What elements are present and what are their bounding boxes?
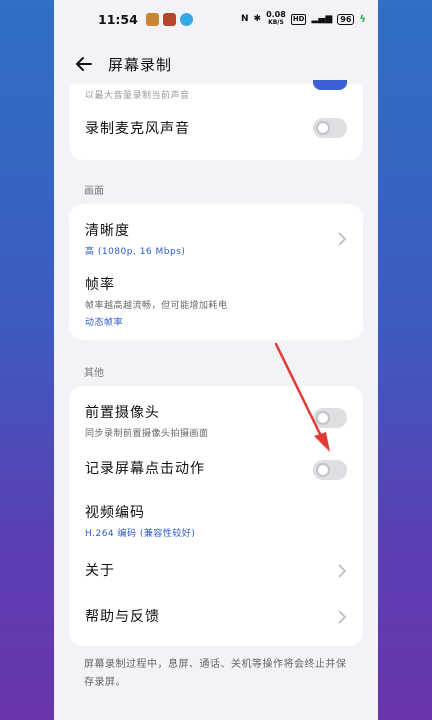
toggle-knob [316,463,330,477]
game-app-icon-2 [162,12,176,26]
touch-record-label: 记录屏幕点击动作 [85,461,205,477]
toggle-knob [316,121,330,135]
nav-bar: 屏幕录制 [54,44,378,84]
video-codec-value: H.264 编码 (兼容性较好) [85,529,196,539]
microphone-toggle[interactable] [313,118,347,138]
chevron-right-icon [338,564,347,578]
clarity-value: 高 (1080p, 16 Mbps) [85,247,186,257]
front-camera-row[interactable]: 前置摄像头 同步录制前置摄像头拍摄画面 [85,402,347,439]
touch-record-row[interactable]: 记录屏幕点击动作 [85,458,347,480]
back-arrow-icon[interactable] [74,54,94,74]
microphone-label: 录制麦克风声音 [85,121,190,137]
help-label: 帮助与反馈 [85,609,160,625]
page-title: 屏幕录制 [108,56,173,74]
toggle-knob [316,411,330,425]
chevron-right-icon [338,232,347,246]
clarity-label: 清晰度 [85,223,130,239]
notification-icons [145,12,193,26]
clarity-row[interactable]: 清晰度 高 (1080p, 16 Mbps) [85,220,347,260]
clipped-toggle[interactable] [313,80,347,90]
hd-badge: HD [290,13,307,25]
framerate-value: 动态帧率 [85,318,124,328]
qq-icon [179,12,193,26]
footer-note: 屏幕录制过程中，息屏、通话、关机等操作将会终止并保存录屏。 [84,659,347,688]
picture-card: 清晰度 高 (1080p, 16 Mbps) 帧率 帧率越高越流畅，但可能增加耗… [69,204,363,340]
bluetooth-icon: ✱ [253,14,262,24]
nfc-icon: N [240,14,249,24]
phone-screen: 11:54 N ✱ 0.08 KB/S HD ▂▄▆ 96 ϟ 屏幕录制 以最大… [54,0,378,720]
battery-icon: 96 [337,13,355,25]
front-camera-description: 同步录制前置摄像头拍摄画面 [85,429,209,439]
microphone-row[interactable]: 录制麦克风声音 [85,118,347,138]
front-camera-toggle[interactable] [313,408,347,428]
charging-icon: ϟ [359,13,366,25]
video-codec-label: 视频编码 [85,505,145,521]
touch-record-toggle[interactable] [313,460,347,480]
about-row[interactable]: 关于 [85,560,347,582]
status-bar: 11:54 N ✱ 0.08 KB/S HD ▂▄▆ 96 ϟ [54,0,378,38]
front-camera-label: 前置摄像头 [85,405,160,421]
section-label-picture: 画面 [84,186,104,197]
section-label-other: 其他 [84,368,104,379]
speed-unit: KB/S [268,19,284,26]
framerate-description: 帧率越高越流畅，但可能增加耗电 [85,301,228,311]
help-row[interactable]: 帮助与反馈 [85,606,347,628]
status-time: 11:54 [98,11,138,27]
signal-icon: ▂▄▆ [311,14,333,24]
network-speed: 0.08 KB/S [266,11,286,27]
status-indicators: N ✱ 0.08 KB/S HD ▂▄▆ 96 ϟ [241,11,366,27]
chevron-right-icon [338,610,347,624]
other-card: 前置摄像头 同步录制前置摄像头拍摄画面 记录屏幕点击动作 视频编码 H.264 … [69,386,363,646]
audio-card: 以最大音量录制当前声音 录制麦克风声音 [69,80,363,160]
about-label: 关于 [85,563,115,579]
framerate-row[interactable]: 帧率 帧率越高越流畅，但可能增加耗电 动态帧率 [85,274,347,328]
game-app-icon [145,12,159,26]
framerate-label: 帧率 [85,277,115,293]
video-codec-row[interactable]: 视频编码 H.264 编码 (兼容性较好) [85,502,347,539]
clipped-description: 以最大音量录制当前声音 [85,91,190,101]
speed-value: 0.08 [266,10,286,19]
